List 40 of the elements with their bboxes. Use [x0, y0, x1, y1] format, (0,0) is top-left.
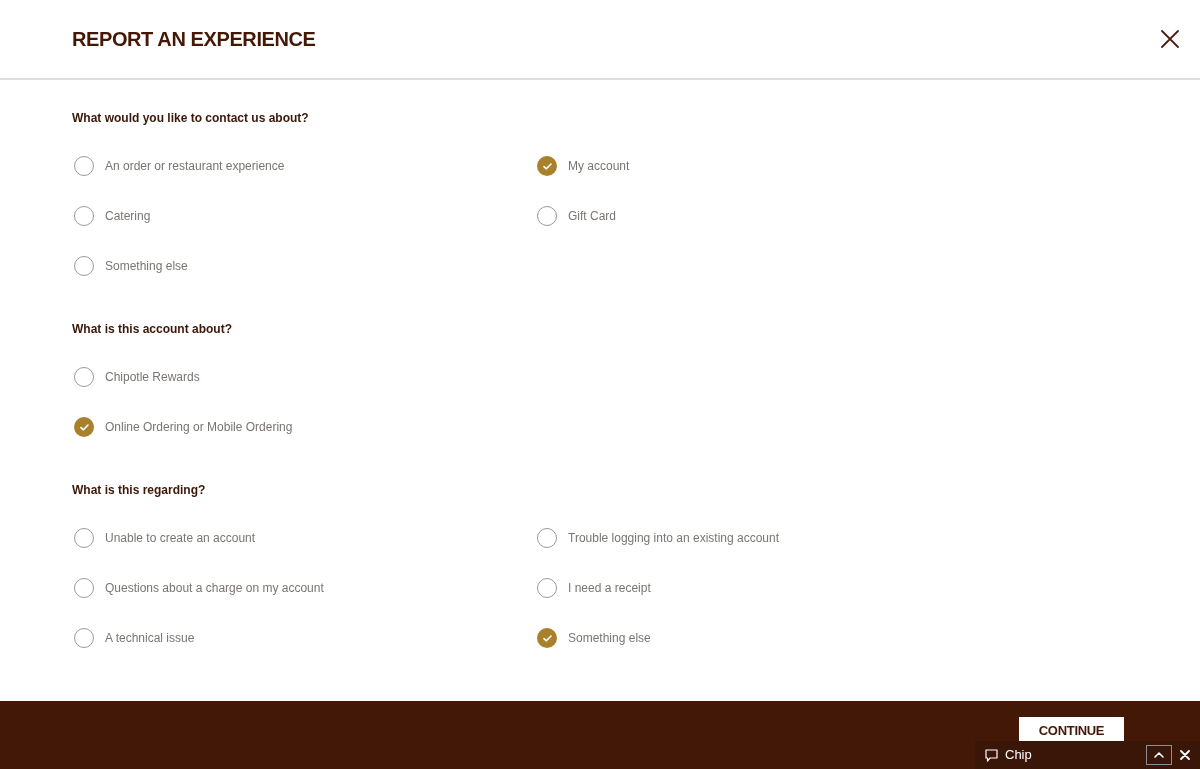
option-label[interactable]: Something else: [568, 629, 651, 647]
option-label[interactable]: Questions about a charge on my account: [105, 579, 324, 597]
expand-button[interactable]: [1146, 745, 1172, 765]
check-icon: [79, 423, 89, 431]
chevron-up-icon: [1154, 752, 1164, 758]
chat-bubble-icon: [985, 748, 998, 762]
close-icon: [1161, 30, 1179, 48]
radio-button[interactable]: [74, 578, 94, 598]
check-icon: [542, 634, 552, 642]
radio-button[interactable]: [537, 628, 557, 648]
radio-button[interactable]: [537, 528, 557, 548]
option-label[interactable]: An order or restaurant experience: [105, 157, 285, 175]
radio-button[interactable]: [74, 156, 94, 176]
radio-button[interactable]: [74, 528, 94, 548]
check-icon: [542, 162, 552, 170]
option-label[interactable]: Catering: [105, 207, 151, 225]
option-label[interactable]: A technical issue: [105, 629, 195, 647]
radio-button[interactable]: [74, 206, 94, 226]
continue-button[interactable]: CONTINUE: [1019, 717, 1124, 741]
modal-title: REPORT AN EXPERIENCE: [72, 27, 316, 52]
radio-button[interactable]: [74, 417, 94, 437]
option-label[interactable]: My account: [568, 157, 630, 175]
radio-button[interactable]: [74, 367, 94, 387]
option-label[interactable]: I need a receipt: [568, 579, 651, 597]
close-icon: [1180, 750, 1190, 760]
chat-button[interactable]: Chip: [985, 747, 1032, 763]
radio-button[interactable]: [537, 578, 557, 598]
radio-button[interactable]: [74, 256, 94, 276]
radio-button[interactable]: [74, 628, 94, 648]
option-label[interactable]: Gift Card: [568, 207, 616, 225]
option-label[interactable]: Unable to create an account: [105, 529, 256, 547]
option-label[interactable]: Chipotle Rewards: [105, 368, 200, 386]
question-heading: What would you like to contact us about?: [72, 110, 310, 127]
option-label[interactable]: Online Ordering or Mobile Ordering: [105, 418, 293, 436]
radio-button[interactable]: [537, 156, 557, 176]
radio-button[interactable]: [537, 206, 557, 226]
question-heading: What is this regarding?: [72, 482, 207, 499]
option-label[interactable]: Trouble logging into an existing account: [568, 529, 780, 547]
option-label[interactable]: Something else: [105, 257, 188, 275]
question-heading: What is this account about?: [72, 321, 233, 338]
